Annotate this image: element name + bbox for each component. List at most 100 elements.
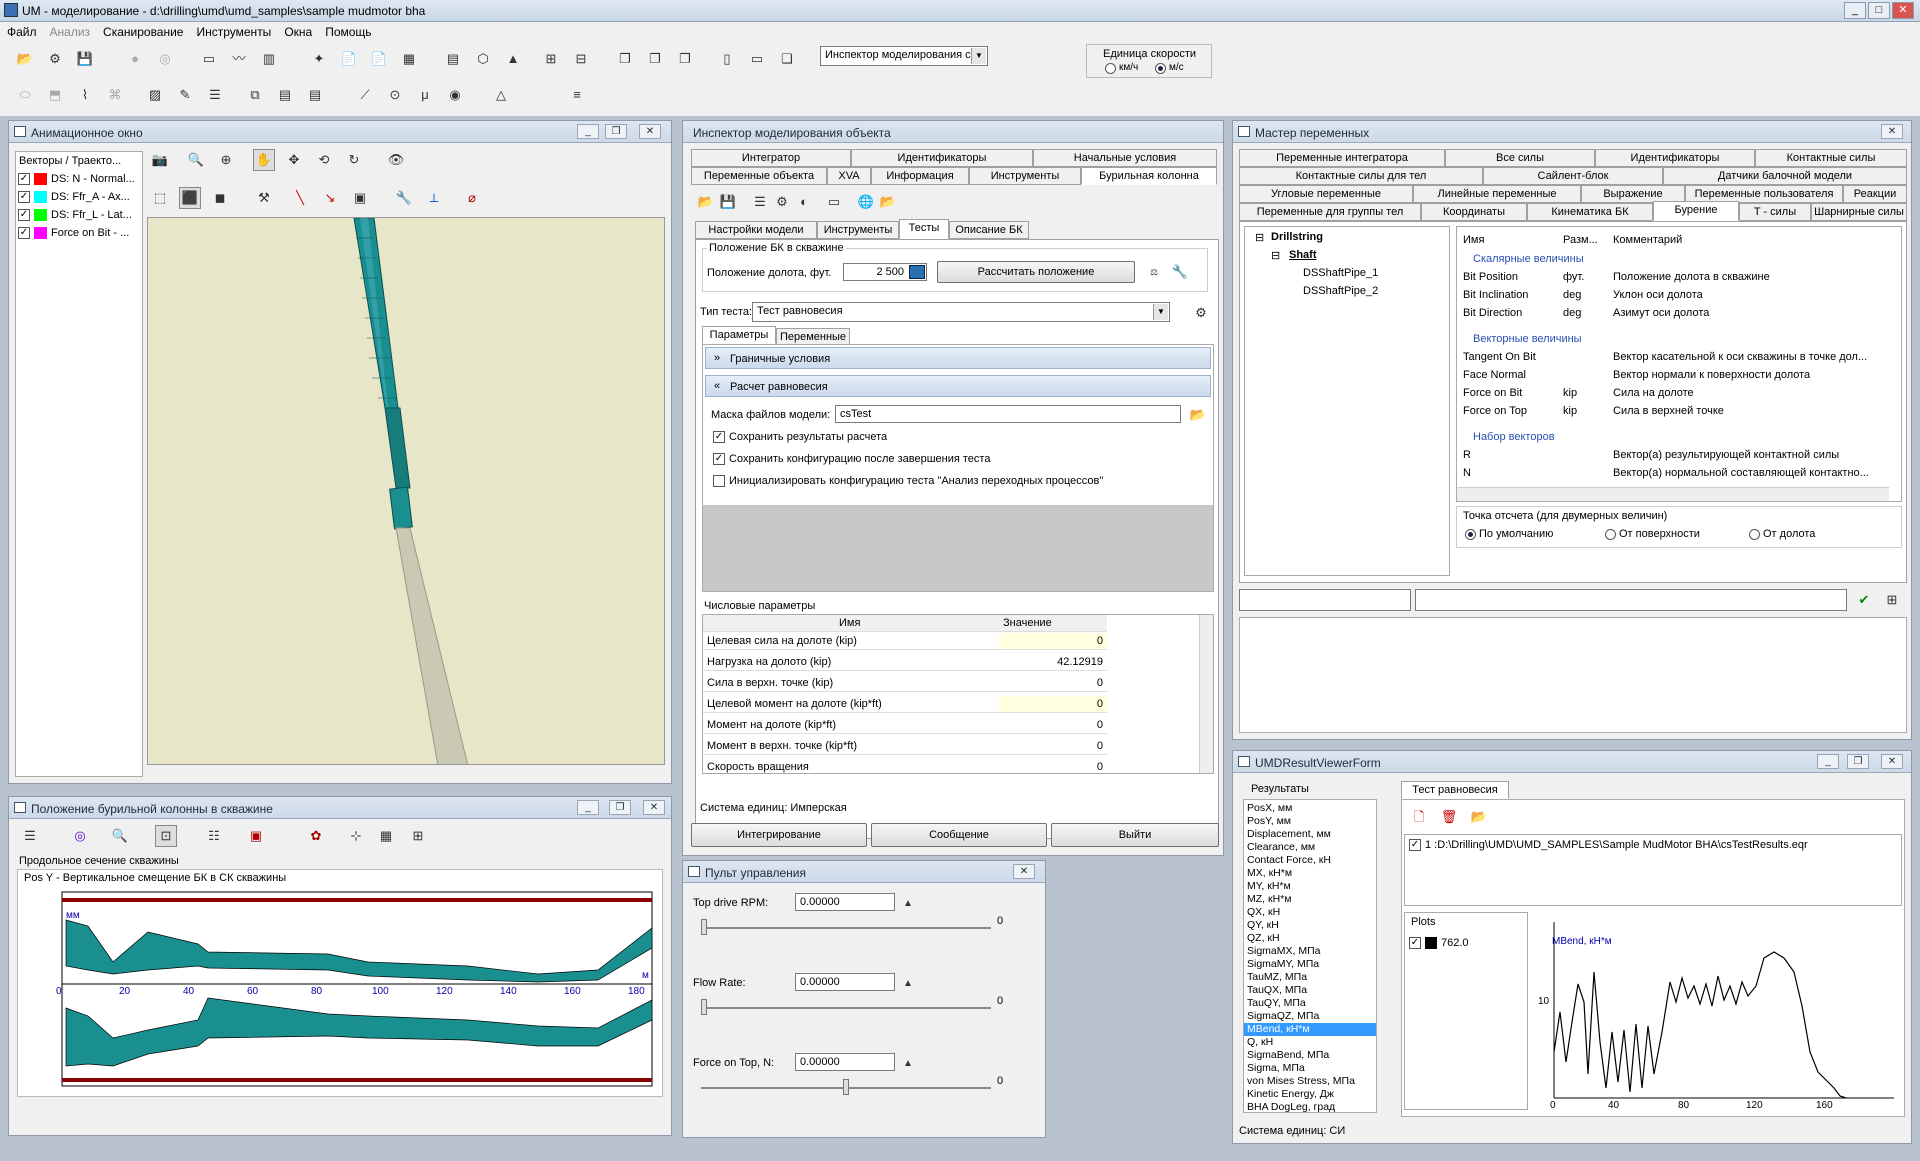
window2-icon[interactable]: ❐ — [644, 48, 666, 70]
tree-toggle[interactable]: ⊟ — [1255, 231, 1264, 244]
test-settings-icon[interactable]: ⚙ — [1190, 302, 1212, 324]
exit-button[interactable]: Выйти — [1051, 823, 1219, 847]
tab-contact-forces[interactable]: Контактные силы — [1755, 149, 1907, 167]
monitor-icon[interactable]: ▭ — [823, 191, 845, 213]
subtab-model-settings[interactable]: Настройки модели — [695, 221, 817, 239]
tab-linear[interactable]: Линейные переменные — [1413, 185, 1581, 203]
stepper-icon[interactable]: ▲ — [897, 973, 919, 995]
zoom-icon[interactable]: 🔍 — [185, 149, 207, 171]
close-icon[interactable]: ✕ — [639, 124, 661, 139]
result-file-path[interactable]: 1 :D:\Drilling\UMD\UMD_SAMPLES\Sample Mu… — [1425, 839, 1808, 851]
mu-icon[interactable]: μ — [414, 84, 436, 106]
tab-object-vars[interactable]: Переменные объекта — [691, 167, 827, 185]
list-item[interactable]: PosY, мм — [1247, 815, 1291, 828]
monitor-icon[interactable]: ▭ — [198, 48, 220, 70]
speed-kmh-radio[interactable] — [1105, 63, 1116, 74]
doc2-icon[interactable]: 📄 — [368, 48, 390, 70]
slider-handle[interactable] — [843, 1079, 849, 1095]
menu-windows[interactable]: Окна — [277, 22, 318, 39]
list-item[interactable]: QZ, кН — [1247, 932, 1280, 945]
tab-integrator-vars[interactable]: Переменные интегратора — [1239, 149, 1445, 167]
minimize-icon[interactable]: _ — [577, 800, 599, 815]
add-file-icon[interactable]: 🗋 — [1408, 806, 1430, 828]
wireframe-cube-icon[interactable]: ⬚ — [149, 187, 171, 209]
network-icon[interactable]: ⊞ — [540, 48, 562, 70]
save-results-checkbox[interactable]: ✓ — [713, 431, 725, 443]
camera-icon[interactable]: 📷 — [149, 149, 171, 171]
checkbox[interactable]: ✓ — [18, 173, 30, 185]
horizontal-scrollbar[interactable] — [1457, 487, 1889, 501]
row-value[interactable]: 0 — [999, 696, 1107, 712]
test-type-select[interactable]: Тест равновесия ▼ — [752, 302, 1170, 322]
list-item[interactable]: Clearance, мм — [1247, 841, 1315, 854]
hammer-icon[interactable]: ⚒ — [253, 187, 275, 209]
force-input[interactable]: 0.00000 — [795, 1053, 895, 1071]
export-icon[interactable]: ⊞ — [407, 825, 429, 847]
folder-icon[interactable]: 📂 — [1187, 404, 1209, 426]
tab-angular[interactable]: Угловые переменные — [1239, 185, 1413, 203]
restore-icon[interactable]: ❐ — [609, 800, 631, 815]
copy-icon[interactable]: ⧉ — [244, 84, 266, 106]
tab-drilling[interactable]: Бурение — [1653, 201, 1739, 221]
chart-icon[interactable]: ◐ — [793, 191, 815, 213]
grid-icon[interactable]: ▤ — [442, 48, 464, 70]
tree-node[interactable]: DSShaftPipe_1 — [1303, 267, 1378, 279]
legend-icon[interactable]: ☷ — [203, 825, 225, 847]
list-item[interactable]: MY, кН*м — [1247, 880, 1291, 893]
tree-toggle[interactable]: ⊟ — [1271, 249, 1280, 262]
list-item[interactable]: Displacement, мм — [1247, 828, 1331, 841]
settings-icon[interactable]: ⚙ — [44, 48, 66, 70]
integrate-button[interactable]: Интегрирование — [691, 823, 867, 847]
variable-name-input[interactable] — [1239, 589, 1411, 611]
tab-drillstring[interactable]: Бурильная колонна — [1081, 167, 1217, 185]
solid-cube-icon[interactable]: ⬛ — [179, 187, 201, 209]
spectrum-icon[interactable]: ▲ — [502, 48, 524, 70]
tab-all-forces[interactable]: Все силы — [1445, 149, 1595, 167]
tab-bha-kinematics[interactable]: Кинематика БК — [1527, 203, 1653, 221]
3d-viewport[interactable] — [147, 217, 665, 765]
checkbox[interactable]: ✓ — [18, 191, 30, 203]
axes-icon[interactable]: ⟋ — [354, 84, 376, 106]
rpm-input[interactable]: 0.00000 — [795, 893, 895, 911]
row-value[interactable]: 0 — [999, 675, 1107, 691]
stepper-icon[interactable]: ▲ — [897, 893, 919, 915]
table-icon[interactable]: ▦ — [375, 825, 397, 847]
target-icon[interactable]: ◉ — [444, 84, 466, 106]
tab-equilibrium-test[interactable]: Тест равновесия — [1401, 781, 1509, 799]
wave-icon[interactable]: ◎ — [154, 48, 176, 70]
tab-reactions[interactable]: Реакции — [1843, 185, 1907, 203]
calculator-icon[interactable] — [909, 265, 925, 279]
menu-help[interactable]: Помощь — [318, 22, 377, 39]
flow-input[interactable]: 0.00000 — [795, 973, 895, 991]
open-icon[interactable]: 📂 — [695, 191, 717, 213]
fit-icon[interactable]: ⊡ — [155, 825, 177, 847]
list-item[interactable]: BHA DogLeg, град — [1247, 1101, 1335, 1112]
shapes-icon[interactable]: △ — [490, 84, 512, 106]
var-name[interactable]: Face Normal — [1463, 369, 1526, 381]
list-icon[interactable]: ☰ — [749, 191, 771, 213]
disk-icon[interactable]: ⬒ — [44, 84, 66, 106]
table-row[interactable]: Сила в верхн. точке (kip) 0 — [703, 675, 1107, 692]
tab-body-contact[interactable]: Контактные силы для тел — [1239, 167, 1483, 185]
zoom-fit-icon[interactable]: ⊕ — [215, 149, 237, 171]
apply-icon[interactable]: ✔ — [1853, 589, 1875, 611]
minimize-button[interactable]: _ — [1844, 2, 1866, 19]
slider-handle[interactable] — [701, 999, 707, 1015]
tab-instruments[interactable]: Инструменты — [969, 167, 1081, 185]
row-value[interactable]: 0 — [999, 738, 1107, 754]
variable-expression-input[interactable] — [1415, 589, 1847, 611]
red-line-icon[interactable]: ╲ — [289, 187, 311, 209]
ptab-parameters[interactable]: Параметры — [702, 326, 776, 344]
minimize-icon[interactable]: _ — [1817, 754, 1839, 769]
checkbox[interactable]: ✓ — [18, 209, 30, 221]
var-name[interactable]: Force on Bit — [1463, 387, 1522, 399]
list-view-icon[interactable]: ☰ — [19, 825, 41, 847]
checkbox[interactable]: ✓ — [18, 227, 30, 239]
globe-icon[interactable]: 🌐 — [855, 191, 877, 213]
rotate-lock-icon[interactable]: ↻ — [343, 149, 365, 171]
open-icon[interactable]: 📂 — [14, 48, 36, 70]
list-item[interactable]: TauQX, МПа — [1247, 984, 1307, 997]
list-item[interactable]: QY, кН — [1247, 919, 1279, 932]
wrench-icon[interactable]: 🔧 — [393, 187, 415, 209]
close-icon[interactable]: ✕ — [643, 800, 665, 815]
